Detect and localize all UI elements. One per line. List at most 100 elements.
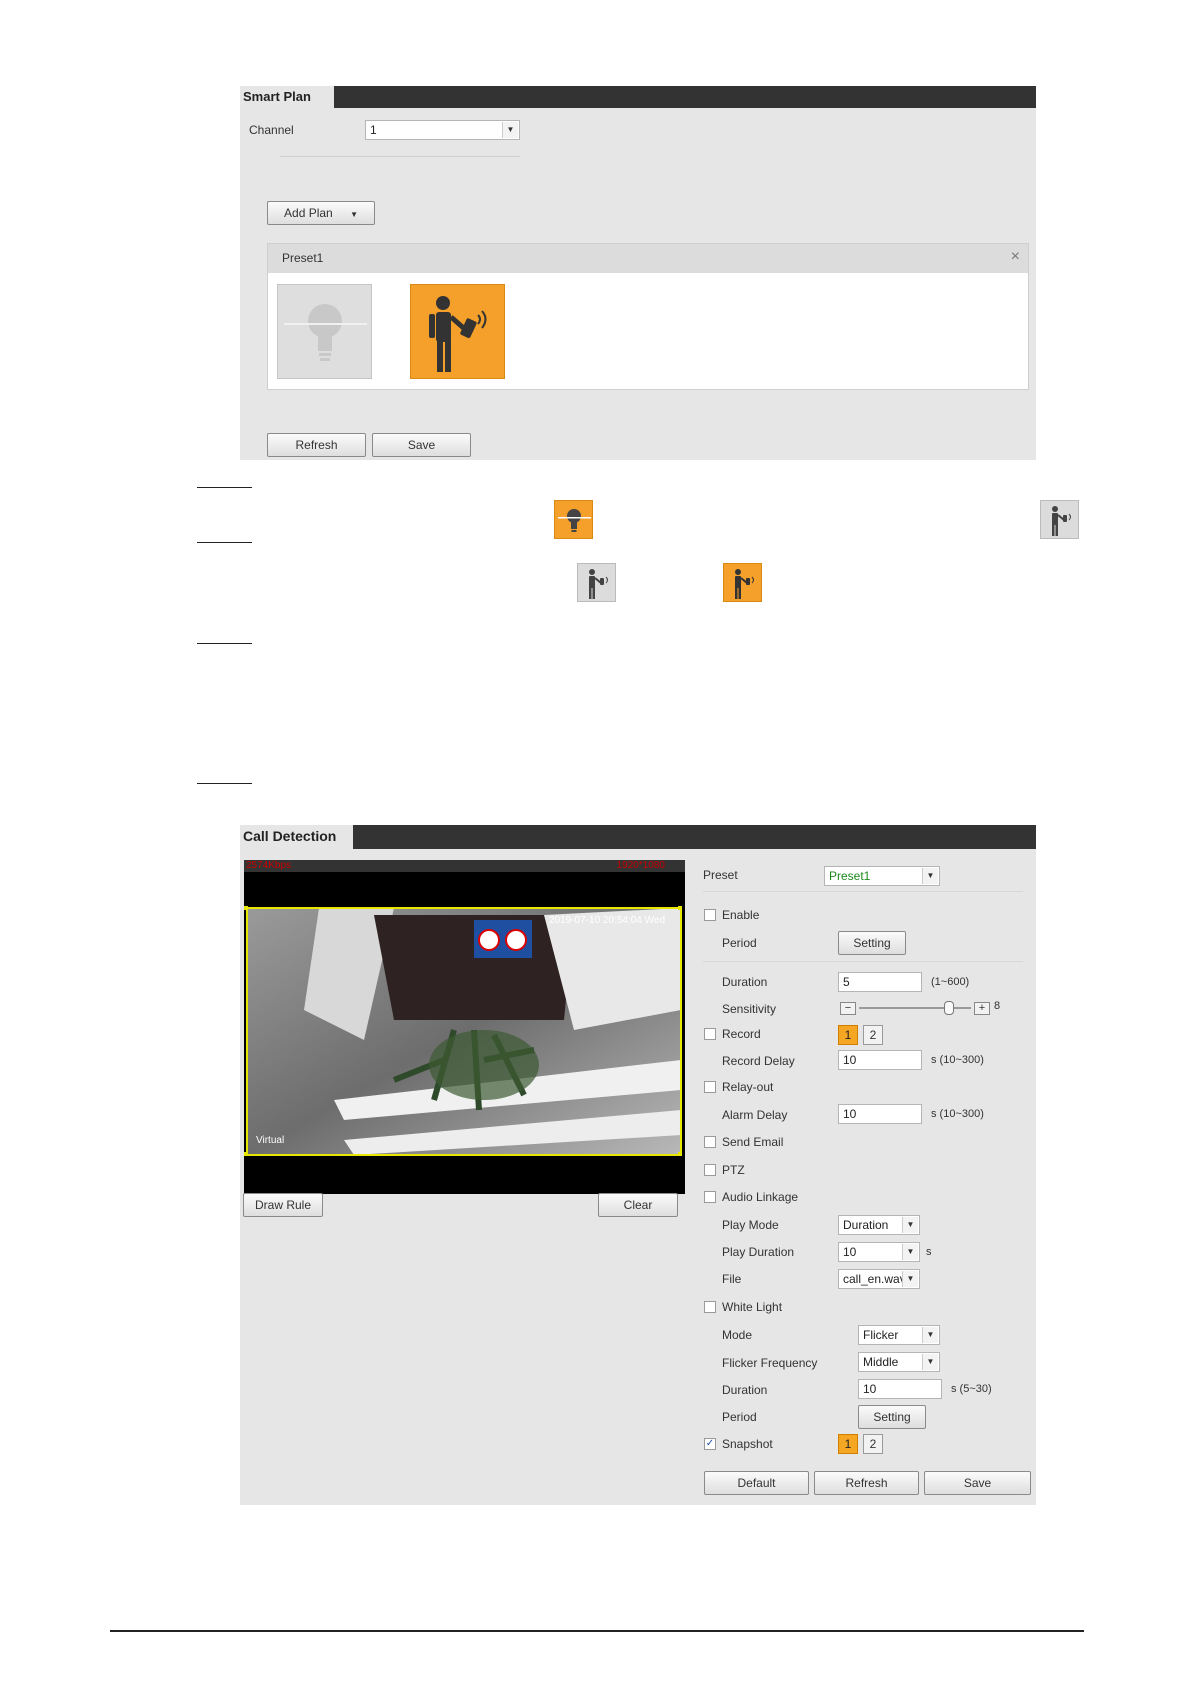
white-light-label: White Light xyxy=(722,1300,783,1314)
person-phone-icon xyxy=(429,296,487,372)
sensitivity-slider-track[interactable] xyxy=(859,1007,971,1009)
ptz-checkbox[interactable] xyxy=(704,1164,716,1176)
divider xyxy=(703,961,1023,962)
add-plan-button[interactable]: Add Plan ▼ xyxy=(267,201,375,225)
play-mode-label: Play Mode xyxy=(722,1218,779,1232)
mode-select[interactable]: Flicker ▼ xyxy=(858,1325,940,1345)
step-marker xyxy=(197,542,252,543)
white-light-duration-label: Duration xyxy=(722,1383,768,1397)
bulb-icon xyxy=(284,304,367,361)
step-marker xyxy=(197,783,252,784)
flicker-frequency-value: Middle xyxy=(863,1355,899,1369)
alarm-delay-hint: s (10~300) xyxy=(931,1108,984,1120)
file-value: call_en.wav xyxy=(843,1272,906,1286)
bulb-plan-tile[interactable] xyxy=(277,284,372,379)
relay-out-label: Relay-out xyxy=(722,1080,774,1094)
camera-scene xyxy=(244,906,682,1156)
white-light-checkbox[interactable] xyxy=(704,1301,716,1313)
channel-value: 1 xyxy=(370,123,377,137)
play-mode-select[interactable]: Duration ▼ xyxy=(838,1215,920,1235)
enable-checkbox[interactable] xyxy=(704,909,716,921)
snapshot-checkbox[interactable]: ✓ xyxy=(704,1438,716,1450)
timestamp-overlay: 2019-07-10 20:54:04 Wed xyxy=(548,915,665,926)
refresh-button[interactable]: Refresh xyxy=(267,433,366,457)
panel-title: Call Detection xyxy=(243,828,337,844)
channel-select[interactable]: 1 ▼ xyxy=(365,120,520,140)
clear-button[interactable]: Clear xyxy=(598,1193,678,1217)
duration-input[interactable]: 5 xyxy=(838,972,922,992)
alarm-delay-input[interactable]: 10 xyxy=(838,1104,922,1124)
period-setting-button[interactable]: Setting xyxy=(838,931,906,955)
play-mode-value: Duration xyxy=(843,1218,889,1232)
call-plan-tile[interactable] xyxy=(410,284,505,379)
call-inline-inactive xyxy=(577,563,616,602)
preset-card-header: Preset1 × xyxy=(268,244,1028,273)
title-bar: Call Detection xyxy=(240,825,1036,849)
call-inline-active xyxy=(723,563,762,602)
refresh-button[interactable]: Refresh xyxy=(814,1471,919,1495)
ptz-label: PTZ xyxy=(722,1163,745,1177)
channel-label: Channel xyxy=(249,123,294,137)
save-button[interactable]: Save xyxy=(924,1471,1031,1495)
person-phone-icon xyxy=(589,569,608,599)
send-email-label: Send Email xyxy=(722,1135,784,1149)
panel-title: Smart Plan xyxy=(243,89,311,104)
person-phone-icon xyxy=(1052,506,1071,536)
record-delay-hint: s (10~300) xyxy=(931,1054,984,1066)
call-inline-inactive xyxy=(1040,500,1079,539)
relay-out-checkbox[interactable] xyxy=(704,1081,716,1093)
audio-linkage-checkbox[interactable] xyxy=(704,1191,716,1203)
snapshot-label: Snapshot xyxy=(722,1437,773,1451)
chevron-down-icon: ▼ xyxy=(502,122,518,138)
person-phone-icon xyxy=(735,569,754,599)
snapshot-channel-2[interactable]: 2 xyxy=(863,1434,883,1454)
title-bar: Smart Plan xyxy=(240,86,1036,108)
bulb-icon xyxy=(558,509,591,532)
play-duration-select[interactable]: 10 ▼ xyxy=(838,1242,920,1262)
record-delay-label: Record Delay xyxy=(722,1054,795,1068)
duration-hint: (1~600) xyxy=(931,976,970,988)
chevron-down-icon: ▼ xyxy=(902,1244,918,1260)
preset-value: Preset1 xyxy=(829,869,871,883)
chevron-down-icon: ▼ xyxy=(350,210,358,219)
smart-plan-panel: Smart Plan Channel 1 ▼ Add Plan ▼ Preset… xyxy=(240,86,1036,460)
draw-rule-button[interactable]: Draw Rule xyxy=(243,1193,323,1217)
flicker-frequency-select[interactable]: Middle ▼ xyxy=(858,1352,940,1372)
chevron-down-icon: ▼ xyxy=(922,1354,938,1370)
sensitivity-decrease-button[interactable]: − xyxy=(840,1002,856,1015)
snapshot-channel-1[interactable]: 1 xyxy=(838,1434,858,1454)
title-bar-fill xyxy=(334,86,1036,108)
file-select[interactable]: call_en.wav ▼ xyxy=(838,1269,920,1289)
record-delay-input[interactable]: 10 xyxy=(838,1050,922,1070)
flicker-frequency-label: Flicker Frequency xyxy=(722,1356,818,1370)
sensitivity-increase-button[interactable]: + xyxy=(974,1002,990,1015)
sensitivity-slider-handle[interactable] xyxy=(943,1001,954,1015)
preset-select[interactable]: Preset1 ▼ xyxy=(824,866,940,886)
chevron-down-icon: ▼ xyxy=(902,1217,918,1233)
default-button[interactable]: Default xyxy=(704,1471,809,1495)
video-preview[interactable]: 2574Kbps 1920*1080 2019-07-10 20:54:04 W… xyxy=(244,860,685,1194)
period-label: Period xyxy=(722,936,757,950)
play-duration-value: 10 xyxy=(843,1245,857,1259)
white-light-duration-hint: s (5~30) xyxy=(951,1383,992,1395)
white-light-setting-button[interactable]: Setting xyxy=(858,1405,926,1429)
preset-name: Preset1 xyxy=(282,251,324,265)
record-label: Record xyxy=(722,1027,761,1041)
close-icon[interactable]: × xyxy=(1011,248,1020,266)
virtual-overlay-label: Virtual xyxy=(256,1135,285,1146)
send-email-checkbox[interactable] xyxy=(704,1136,716,1148)
play-duration-unit: s xyxy=(926,1246,932,1258)
record-channel-1[interactable]: 1 xyxy=(838,1025,858,1045)
title-bar-fill xyxy=(353,825,1036,849)
white-light-duration-input[interactable]: 10 xyxy=(858,1379,942,1399)
divider xyxy=(280,156,520,157)
sensitivity-value: 8 xyxy=(994,1000,1001,1012)
record-channel-2[interactable]: 2 xyxy=(863,1025,883,1045)
add-plan-label: Add Plan xyxy=(284,206,333,220)
mode-value: Flicker xyxy=(863,1328,899,1342)
footer-rule xyxy=(110,1630,1084,1632)
record-checkbox[interactable] xyxy=(704,1028,716,1040)
save-button[interactable]: Save xyxy=(372,433,471,457)
sensitivity-label: Sensitivity xyxy=(722,1002,777,1016)
audio-linkage-label: Audio Linkage xyxy=(722,1190,799,1204)
